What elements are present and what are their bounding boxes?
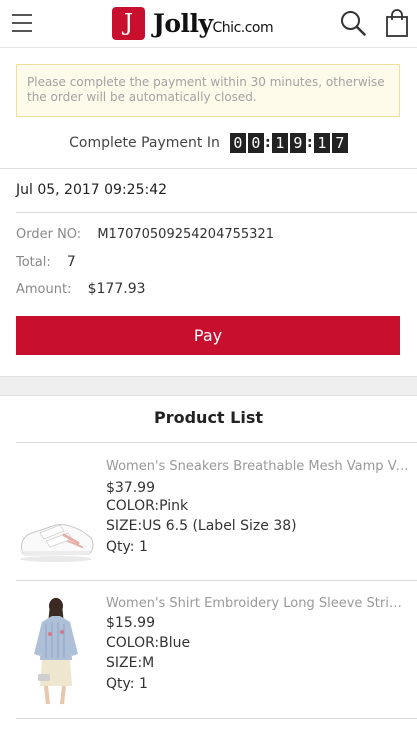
product-color: COLOR:Blue xyxy=(106,635,191,651)
product-name[interactable]: Women's Sneakers Breathable Mesh Vamp Ve… xyxy=(106,459,410,474)
order-amount-label: Amount: xyxy=(16,282,72,297)
order-total-label: Total: xyxy=(16,255,51,270)
app-header: J JollyChic.com xyxy=(0,0,417,48)
order-date: Jul 05, 2017 09:25:42 xyxy=(16,182,168,198)
order-total-row: Total: 7 xyxy=(16,254,76,270)
pay-button[interactable]: Pay xyxy=(16,316,400,355)
product-price: $37.99 xyxy=(106,480,155,496)
countdown-separator: : xyxy=(265,135,271,151)
search-icon[interactable] xyxy=(340,10,366,36)
countdown-digit: 1 xyxy=(313,133,330,153)
product-item[interactable]: Women's Shirt Embroidery Long Sleeve Str… xyxy=(0,580,417,718)
payment-countdown: Complete Payment In 0 0 : 1 9 : 1 7 xyxy=(0,132,417,154)
order-total-value: 7 xyxy=(66,254,76,270)
product-size: SIZE:US 6.5 (Label Size 38) xyxy=(106,518,297,534)
order-number-label: Order NO: xyxy=(16,227,82,242)
countdown-digit: 1 xyxy=(271,133,288,153)
order-amount-value: $177.93 xyxy=(87,281,146,297)
shopping-bag-icon[interactable] xyxy=(386,9,408,37)
divider xyxy=(16,212,417,213)
order-amount-row: Amount: $177.93 xyxy=(16,281,146,297)
product-price: $15.99 xyxy=(106,615,155,631)
product-qty: Qty: 1 xyxy=(106,539,148,555)
product-qty: Qty: 1 xyxy=(106,676,148,692)
countdown-separator: : xyxy=(307,135,313,151)
logo-mark: J xyxy=(112,6,145,40)
brand-logo[interactable]: J JollyChic.com xyxy=(112,6,274,40)
countdown-digit: 0 xyxy=(229,133,246,153)
product-size: SIZE:M xyxy=(106,655,155,671)
section-gap xyxy=(0,376,417,396)
payment-notice: Please complete the payment within 30 mi… xyxy=(16,64,400,117)
hamburger-menu-icon[interactable] xyxy=(12,14,32,34)
logo-suffix: Chic.com xyxy=(212,19,274,36)
product-list-title: Product List xyxy=(153,408,263,427)
shirt-model-product-image xyxy=(34,598,78,705)
order-number-value: M17070509254204755321 xyxy=(97,227,274,242)
countdown-label: Complete Payment In xyxy=(69,135,220,151)
order-number-row: Order NO: M17070509254204755321 xyxy=(16,227,274,242)
product-item[interactable]: Women's Sneakers Breathable Mesh Vamp Ve… xyxy=(0,443,417,581)
logo-name: Jolly xyxy=(153,8,213,38)
divider xyxy=(16,718,417,719)
countdown-digit: 0 xyxy=(247,133,264,153)
logo-wordmark: JollyChic.com xyxy=(153,8,274,38)
divider xyxy=(0,168,417,169)
sneaker-product-image xyxy=(20,524,94,562)
countdown-digit: 7 xyxy=(331,133,348,153)
product-name[interactable]: Women's Shirt Embroidery Long Sleeve Str… xyxy=(106,596,410,611)
countdown-digit: 9 xyxy=(289,133,306,153)
product-color: COLOR:Pink xyxy=(106,498,189,514)
